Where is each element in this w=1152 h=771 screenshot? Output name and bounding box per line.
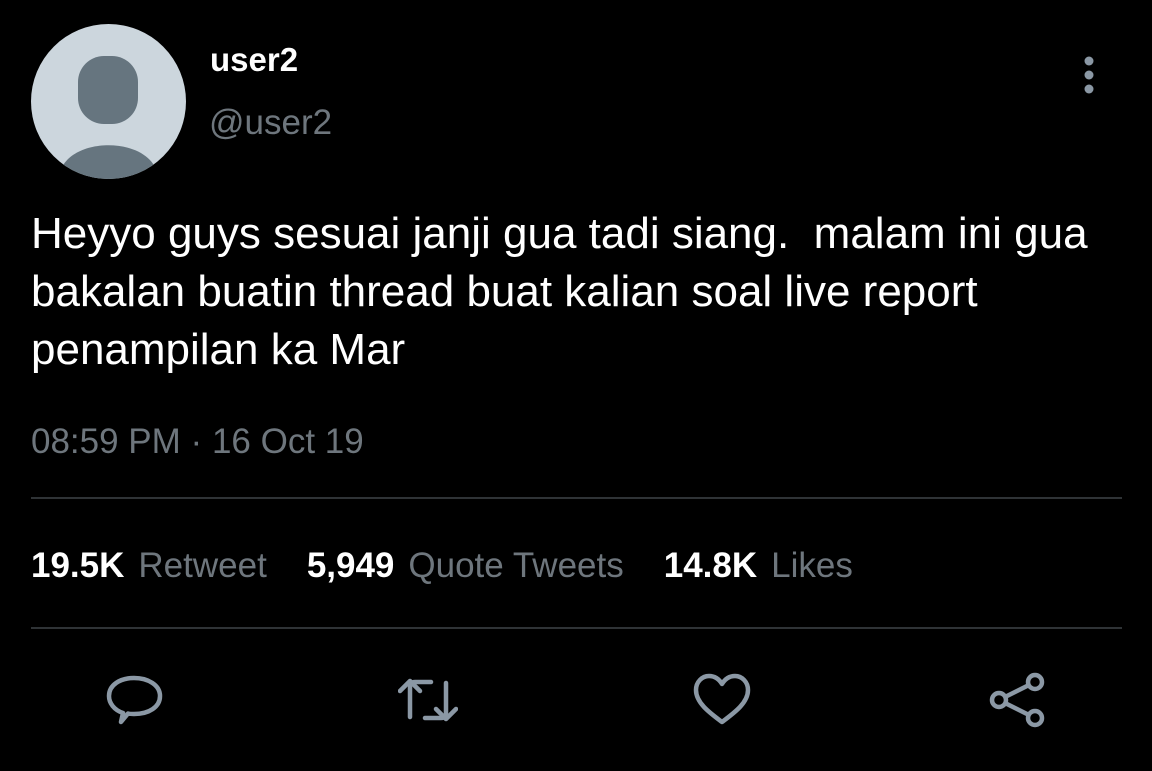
divider bbox=[31, 497, 1122, 499]
default-avatar-icon bbox=[31, 24, 186, 179]
display-name[interactable]: user2 bbox=[210, 40, 298, 80]
like-button[interactable] bbox=[692, 670, 752, 730]
heart-icon bbox=[693, 673, 751, 725]
tweet-timestamp[interactable]: 08:59 PM · 16 Oct 19 bbox=[31, 422, 364, 462]
tweet-date: 16 Oct 19 bbox=[211, 422, 364, 461]
retweet-stat[interactable]: 19.5K Retweet bbox=[31, 546, 267, 586]
avatar[interactable] bbox=[31, 24, 186, 179]
quote-stat[interactable]: 5,949 Quote Tweets bbox=[307, 546, 624, 586]
engagement-stats: 19.5K Retweet 5,949 Quote Tweets 14.8K L… bbox=[31, 546, 893, 586]
reply-icon bbox=[106, 675, 163, 725]
retweet-icon bbox=[398, 678, 458, 722]
quote-count: 5,949 bbox=[306, 546, 395, 585]
share-button[interactable] bbox=[987, 670, 1047, 730]
more-vertical-icon[interactable] bbox=[1074, 55, 1104, 95]
reply-button[interactable] bbox=[105, 670, 165, 730]
divider bbox=[31, 627, 1122, 629]
retweet-button[interactable] bbox=[398, 670, 458, 730]
like-label: Likes bbox=[771, 546, 853, 585]
user-handle[interactable]: @user2 bbox=[209, 103, 332, 143]
like-stat[interactable]: 14.8K Likes bbox=[664, 546, 853, 586]
meta-separator: · bbox=[190, 422, 203, 461]
like-count: 14.8K bbox=[663, 546, 758, 585]
quote-label: Quote Tweets bbox=[408, 546, 624, 585]
tweet-detail: user2 @user2 Heyyo guys sesuai janji gua… bbox=[0, 0, 1152, 771]
share-icon bbox=[989, 672, 1045, 728]
retweet-count: 19.5K bbox=[31, 546, 125, 585]
tweet-text: Heyyo guys sesuai janji gua tadi siang. … bbox=[31, 209, 1100, 374]
tweet-time: 08:59 PM bbox=[31, 422, 181, 461]
retweet-label: Retweet bbox=[138, 546, 267, 585]
